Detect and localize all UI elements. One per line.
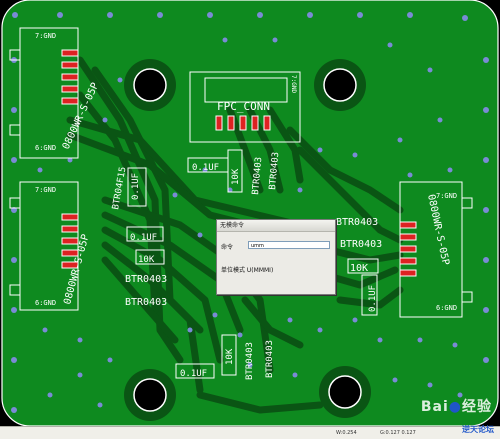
part-res-1: 10K [231, 168, 241, 185]
part-btr-4: BTR0403 [125, 297, 167, 308]
status-bar: W:0.254 G:0.127 0.127 [0, 426, 500, 439]
part-btr-5: BTR0403 [336, 217, 378, 228]
part-btr-3: BTR0403 [125, 274, 167, 285]
command-input[interactable]: umm [248, 241, 330, 249]
conn-right-pin-bottom: 6:GND [436, 304, 457, 312]
part-res-4: 10K [225, 348, 235, 365]
paw-icon: ● [448, 399, 462, 415]
watermark: Bai●经验 [421, 396, 492, 416]
part-btr-8: BTR0403 [265, 340, 275, 378]
status-width: W:0.254 [336, 430, 357, 436]
part-cap-2: 0.1UF [131, 173, 141, 200]
conn-left-top-pin-top: 7:GND [35, 32, 56, 40]
watermark-brand: Bai [420, 399, 449, 415]
watermark-brand-suffix: 经验 [462, 399, 492, 415]
status-grid: G:0.127 0.127 [380, 430, 416, 436]
fpc-label: FPC_CONN [217, 100, 270, 113]
part-res-3: 10K [350, 263, 368, 274]
unit-mode-label: 单位模式 U(MMMI) [221, 267, 274, 274]
part-btr-6: BTR0403 [340, 239, 382, 250]
command-label: 命令 [221, 244, 234, 251]
fpc-pin-label: 7:GND [290, 75, 297, 93]
conn-left-mid-pin-bottom: 6:GND [35, 299, 56, 307]
conn-left-mid-pin-top: 7:GND [35, 186, 56, 194]
watermark-site: 逆天论坛 [462, 425, 494, 434]
modeless-command-dialog[interactable]: 无模命令 命令 umm 单位模式 U(MMMI) [216, 219, 336, 295]
conn-right-pin-top: 7:GND [436, 192, 457, 200]
conn-left-top-pin-bottom: 6:GND [35, 144, 56, 152]
dialog-title: 无模命令 [217, 220, 335, 232]
part-btr-7: BTR0403 [245, 342, 255, 380]
